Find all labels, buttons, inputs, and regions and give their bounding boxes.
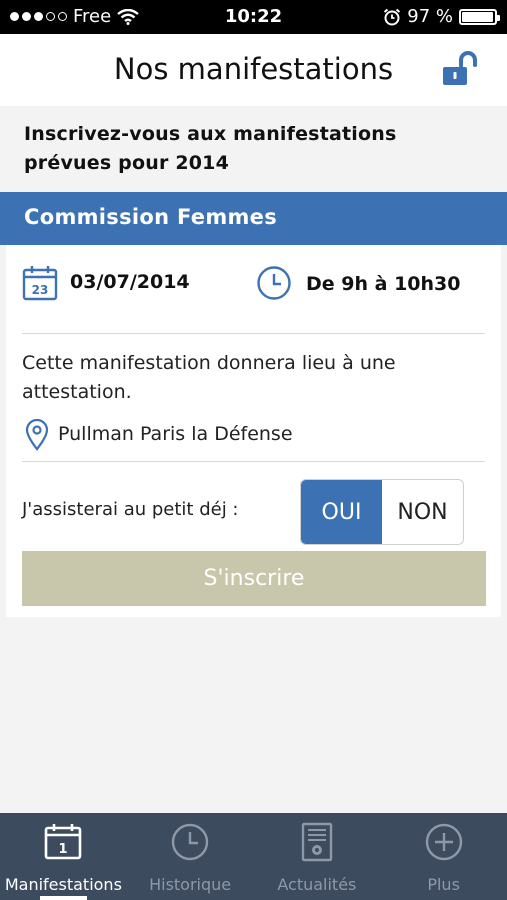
tab-plus[interactable]: Plus [380, 813, 507, 900]
location-label: Pullman Paris la Défense [58, 423, 293, 445]
event-time: De 9h à 10h30 [306, 273, 461, 295]
tab-label: Actualités [277, 875, 357, 894]
divider [22, 461, 485, 462]
tab-historique[interactable]: Historique [127, 813, 254, 900]
page-title: Nos manifestations [113, 52, 394, 86]
unlock-icon[interactable] [439, 50, 479, 90]
tab-label: Plus [427, 875, 460, 894]
event-date: 03/07/2014 [70, 271, 190, 293]
event-description: Cette manifestation donnera lieu à une a… [22, 352, 396, 403]
no-option-button[interactable]: NON [382, 480, 463, 544]
alarm-icon [384, 8, 401, 25]
tab-bar: 1 Manifestations Historique Actualités P… [0, 813, 507, 900]
battery-icon [459, 8, 500, 25]
intro-text: Inscrivez-vous aux manifestations prévue… [0, 106, 507, 192]
tab-label: Manifestations [4, 875, 122, 894]
tab-manifestations[interactable]: 1 Manifestations [0, 813, 127, 900]
register-button[interactable]: S'inscrire [22, 551, 486, 606]
event-location: Pullman Paris la Défense [22, 417, 481, 451]
news-icon [301, 822, 333, 862]
battery-percent: 97 % [407, 6, 453, 27]
tab-label: Historique [149, 875, 232, 894]
divider [22, 333, 485, 334]
calendar-icon: 23 [22, 266, 58, 301]
calendar-icon-day: 23 [32, 283, 49, 297]
calendar-icon: 1 [45, 824, 82, 860]
plus-icon [425, 823, 462, 861]
breakfast-label: J'assisterai au petit déj : [22, 499, 239, 520]
event-card: 23 03/07/2014 De 9h à 10h30 Cette manife… [6, 245, 501, 617]
breakfast-toggle[interactable]: OUI NON [300, 479, 464, 545]
navigation-bar: Nos manifestations [0, 34, 507, 106]
section-header: Commission Femmes [0, 192, 507, 245]
tab-calendar-day: 1 [59, 842, 68, 857]
location-pin-icon [25, 419, 49, 451]
status-bar: Free 10:22 97 % [0, 0, 507, 34]
status-right: 97 % [383, 6, 500, 27]
event-datetime-row: 23 03/07/2014 De 9h à 10h30 [22, 265, 485, 305]
yes-option-button[interactable]: OUI [301, 480, 382, 544]
tab-actualites[interactable]: Actualités [254, 813, 381, 900]
clock-icon [171, 823, 209, 861]
clock-icon [257, 266, 291, 300]
